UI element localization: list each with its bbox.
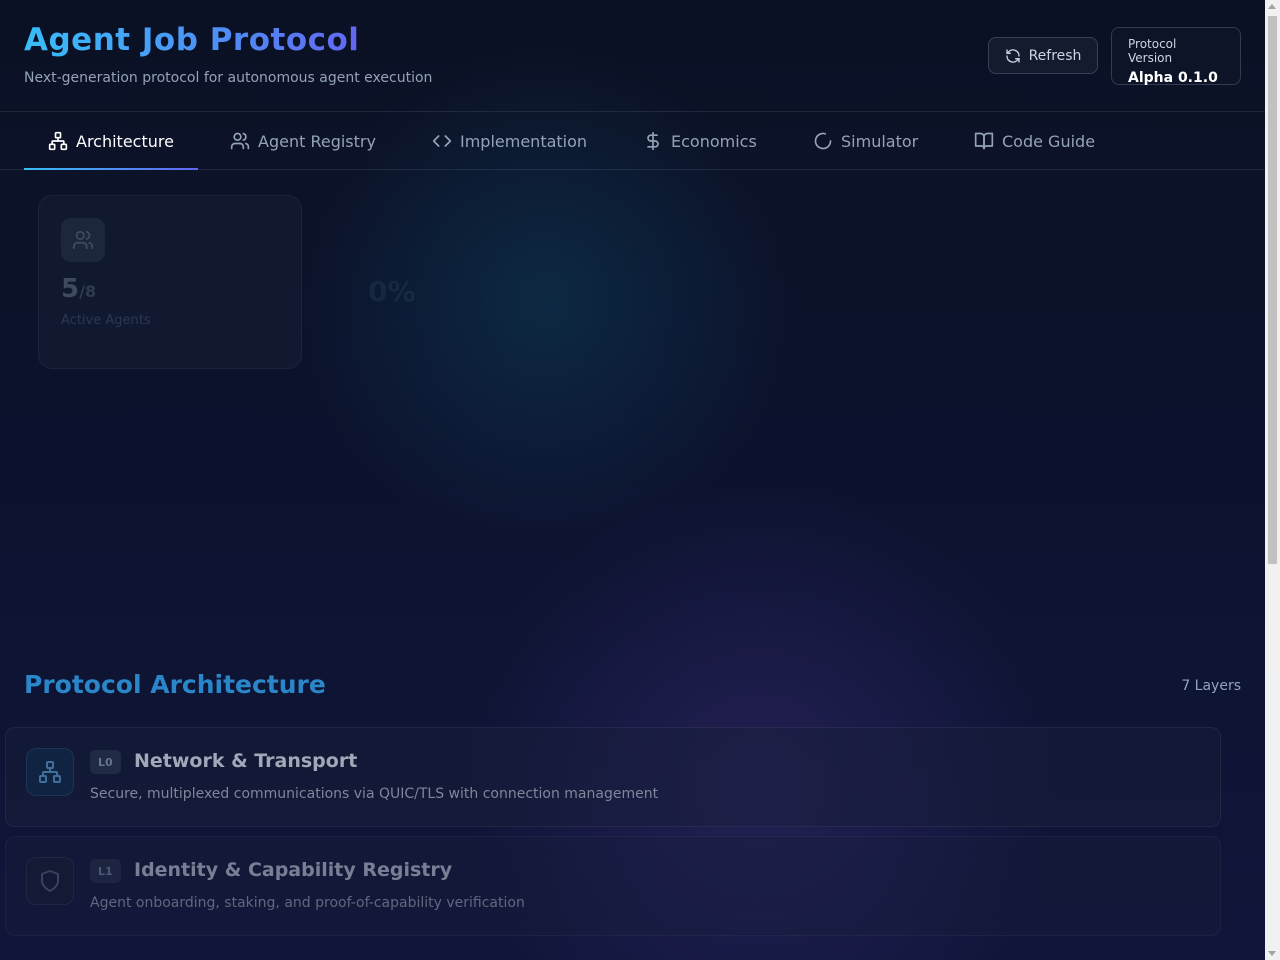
stat-total: /8 (79, 282, 97, 301)
page: Agent Job Protocol Next-generation proto… (0, 0, 1265, 960)
layer-icon-box (26, 857, 74, 905)
stat-number: 5 (61, 274, 80, 304)
network-icon (39, 761, 61, 783)
tab-label: Economics (671, 131, 757, 151)
app-header: Agent Job Protocol Next-generation proto… (0, 0, 1265, 112)
layer-badge: L1 (90, 859, 121, 883)
version-value: Alpha 0.1.0 (1128, 70, 1218, 86)
users-icon (230, 132, 250, 150)
layer-name: Network & Transport (134, 750, 358, 772)
tab-code-guide[interactable]: Code Guide (974, 113, 1095, 169)
refresh-button[interactable]: Refresh (988, 37, 1098, 74)
tab-label: Simulator (841, 131, 919, 151)
tab-bar: Architecture Agent Registry Implementati… (0, 113, 1265, 170)
layer-count: 7 Layers (1181, 678, 1241, 694)
tab-agent-registry[interactable]: Agent Registry (230, 113, 376, 169)
scrollbar-thumb[interactable] (1268, 16, 1277, 564)
shield-icon (41, 870, 59, 892)
tab-label: Implementation (460, 131, 588, 151)
layer-description: Agent onboarding, staking, and proof-of-… (90, 895, 525, 911)
code-icon (432, 135, 452, 147)
app-title: Agent Job Protocol (24, 22, 360, 58)
tab-architecture[interactable]: Architecture (24, 113, 198, 170)
layer-icon-box (26, 748, 74, 796)
section-title: Protocol Architecture (24, 670, 326, 699)
users-icon (72, 230, 94, 250)
tab-label: Agent Registry (258, 131, 376, 151)
protocol-version-box: Protocol Version Alpha 0.1.0 (1111, 27, 1241, 86)
refresh-label: Refresh (1028, 47, 1082, 64)
scroll-down-arrow[interactable] (1268, 951, 1276, 956)
refresh-icon (1005, 48, 1020, 63)
tab-label: Architecture (76, 131, 174, 151)
layer-description: Secure, multiplexed communications via Q… (90, 786, 659, 802)
stat-icon-box (61, 218, 105, 262)
network-icon (48, 131, 68, 151)
scroll-up-arrow[interactable] (1268, 4, 1276, 9)
stat-card-active-agents: 5/8 Active Agents (38, 195, 302, 369)
book-icon (974, 132, 994, 150)
stat-label: Active Agents (61, 313, 151, 328)
stat-value-faded: 0% (368, 275, 416, 308)
tab-economics[interactable]: Economics (643, 113, 757, 169)
app-subtitle: Next-generation protocol for autonomous … (24, 70, 433, 86)
layer-badge: L0 (90, 750, 121, 774)
tab-label: Code Guide (1002, 131, 1096, 151)
dollar-icon (647, 131, 659, 151)
stat-value: 5/8 (61, 274, 96, 304)
tab-simulator[interactable]: Simulator (813, 113, 918, 169)
page-scrollbar[interactable] (1265, 0, 1280, 960)
layer-card-l1[interactable]: L1 Identity & Capability Registry Agent … (5, 836, 1221, 936)
tab-implementation[interactable]: Implementation (432, 113, 587, 169)
layer-card-l0[interactable]: L0 Network & Transport Secure, multiplex… (5, 727, 1221, 827)
layer-name: Identity & Capability Registry (134, 859, 453, 881)
version-label: Protocol Version (1128, 37, 1177, 65)
loader-icon (814, 132, 832, 150)
